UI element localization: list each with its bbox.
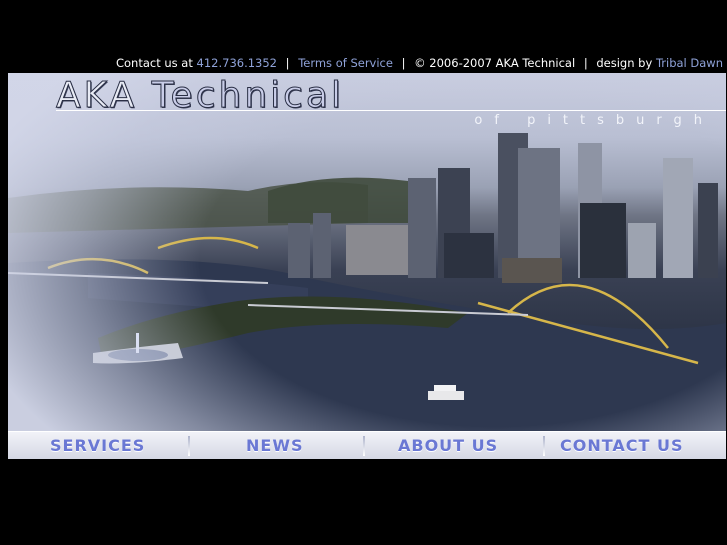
designer-link[interactable]: Tribal Dawn bbox=[656, 56, 723, 70]
separator: | bbox=[285, 56, 290, 70]
nav-about-us[interactable]: ABOUT US bbox=[398, 435, 498, 457]
brand-subtitle: of pittsburgh bbox=[474, 113, 714, 128]
design-prefix: design by bbox=[596, 56, 653, 70]
nav-services[interactable]: SERVICES bbox=[50, 435, 145, 457]
nav-news[interactable]: NEWS bbox=[246, 435, 304, 457]
terms-of-service-link[interactable]: Terms of Service bbox=[298, 56, 393, 70]
nav-divider bbox=[363, 436, 365, 456]
separator: | bbox=[583, 56, 588, 70]
nav-contact-us[interactable]: CONTACT US bbox=[560, 435, 684, 457]
copyright-text: © 2006-2007 AKA Technical bbox=[414, 56, 576, 70]
phone-link[interactable]: 412.736.1352 bbox=[197, 56, 277, 70]
nav-divider bbox=[188, 436, 190, 456]
hero-banner: AKA Technical of pittsburgh bbox=[8, 73, 726, 431]
main-navigation: SERVICES NEWS ABOUT US CONTACT US bbox=[8, 431, 726, 459]
separator: | bbox=[401, 56, 406, 70]
top-info-bar: Contact us at 412.736.1352 | Terms of Se… bbox=[0, 56, 723, 70]
brand-underline bbox=[56, 110, 726, 111]
contact-prefix: Contact us at bbox=[115, 56, 193, 70]
nav-divider bbox=[543, 436, 545, 456]
